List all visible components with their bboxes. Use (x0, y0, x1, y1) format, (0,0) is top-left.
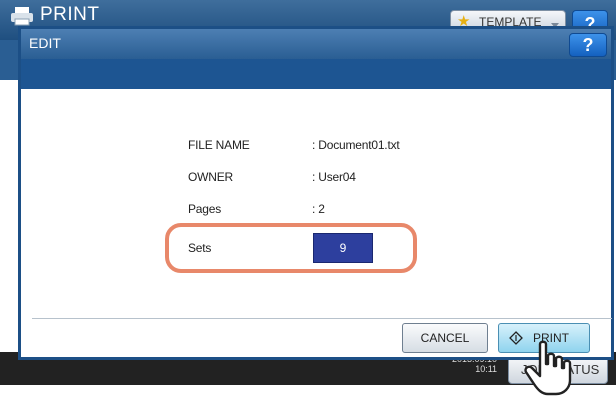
sets-label: Sets (188, 241, 212, 255)
edit-titlebar: EDIT ? (21, 29, 611, 59)
owner-value: : User04 (312, 170, 356, 184)
owner-label: OWNER (188, 170, 233, 184)
help-button[interactable]: ? (569, 33, 607, 57)
clock-time: 10:11 (475, 364, 498, 374)
print-title: PRINT (40, 4, 100, 25)
cancel-button[interactable]: CANCEL (402, 323, 488, 353)
edit-header-strip (21, 59, 611, 89)
pages-value: : 2 (312, 202, 325, 216)
edit-dialog: EDIT ? (18, 26, 614, 360)
sets-input[interactable]: 9 (313, 233, 373, 263)
pages-label: Pages (188, 202, 222, 216)
pointing-hand-icon (524, 340, 572, 396)
dialog-divider (32, 318, 612, 319)
file-name-value: : Document01.txt (312, 138, 400, 152)
printer-icon (11, 7, 33, 26)
file-name-label: FILE NAME (188, 138, 250, 152)
edit-title: EDIT (29, 35, 61, 51)
